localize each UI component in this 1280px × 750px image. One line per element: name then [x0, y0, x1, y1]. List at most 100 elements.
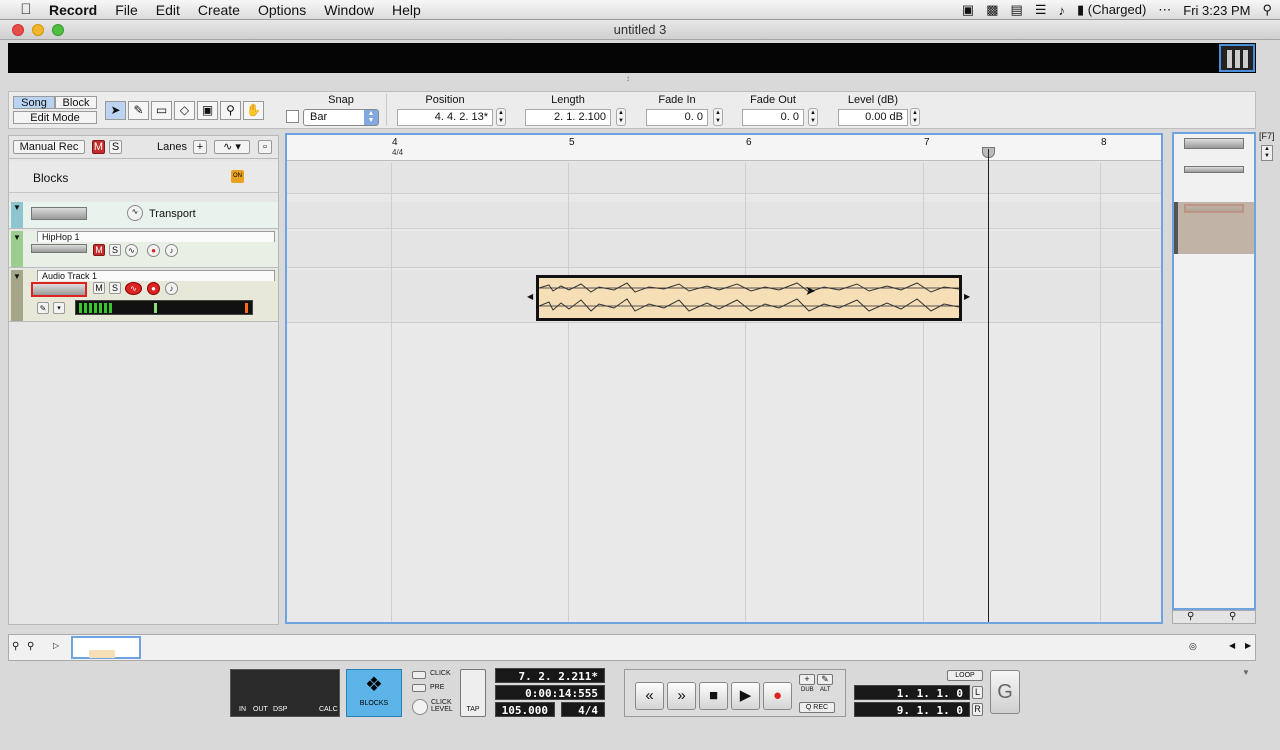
zoom-out-icon[interactable]: ⚲: [1187, 611, 1194, 622]
global-mute-button[interactable]: M: [92, 140, 105, 154]
hand-tool-icon[interactable]: ✋: [243, 101, 264, 120]
collapse-icon[interactable]: ▼: [13, 272, 21, 281]
add-icon[interactable]: +: [799, 674, 815, 685]
track-audio-1[interactable]: Audio Track 1 ▼ M S ∿ ● ♪ ✎ ▾: [9, 270, 278, 322]
blocks-on-button[interactable]: ON: [231, 170, 244, 183]
magnify-tool-icon[interactable]: ⚲: [220, 101, 241, 120]
length-field[interactable]: 2. 1. 2.100: [525, 109, 611, 126]
pencil-tool-icon[interactable]: ✎: [128, 101, 149, 120]
transport-track[interactable]: ▼ ∿ Transport: [9, 202, 278, 229]
nav-zoom-in-icon[interactable]: ⚲: [27, 641, 34, 652]
razor-tool-icon[interactable]: ◇: [174, 101, 195, 120]
length-stepper[interactable]: ▲ ▼: [616, 108, 626, 126]
scroll-right-icon[interactable]: ▶: [1245, 641, 1251, 650]
display-icon[interactable]: ▤: [1011, 2, 1023, 18]
monitor-icon[interactable]: ∿: [125, 244, 138, 257]
rack-overview[interactable]: [1172, 132, 1256, 610]
track-mute-button[interactable]: M: [93, 244, 105, 256]
fade-out-field[interactable]: 0. 0: [742, 109, 804, 126]
battery-status[interactable]: ▮ (Charged): [1077, 2, 1146, 18]
bar-ruler[interactable]: 4 4/4 5 6 7 8: [287, 135, 1161, 161]
click-toggle[interactable]: [412, 671, 426, 679]
hiphop-lane[interactable]: [287, 231, 1161, 268]
global-solo-button[interactable]: S: [109, 140, 122, 154]
snap-select[interactable]: Bar ▲ ▼: [303, 109, 379, 126]
navigator-viewport[interactable]: [71, 636, 141, 659]
select-tool-icon[interactable]: ➤: [105, 101, 126, 120]
menu-create[interactable]: Create: [189, 2, 249, 18]
tempo-display[interactable]: 105.000: [495, 702, 555, 717]
add-lane-icon[interactable]: +: [193, 140, 207, 154]
fade-in-field[interactable]: 0. 0: [646, 109, 708, 126]
volume-icon[interactable]: ♪: [1058, 3, 1065, 18]
song-mode-button[interactable]: Song: [13, 96, 55, 109]
pencil-icon[interactable]: ✎: [817, 674, 833, 685]
zoom-in-icon[interactable]: ⚲: [1229, 611, 1236, 622]
right-locator-display[interactable]: 9. 1. 1. 0: [854, 702, 970, 717]
speaker-icon[interactable]: ♪: [165, 282, 178, 295]
minimize-window-button[interactable]: [32, 24, 44, 36]
menu-app[interactable]: Record: [40, 2, 106, 18]
menu-clock[interactable]: Fri 3:23 PM: [1183, 3, 1250, 18]
transport-lane[interactable]: [287, 202, 1161, 229]
rack-view-icon[interactable]: [1219, 44, 1255, 72]
spotlight-search-icon[interactable]: ⚲: [1262, 2, 1272, 18]
speaker-icon[interactable]: ♪: [165, 244, 178, 257]
song-position-display[interactable]: 7. 2. 2.211*: [495, 668, 605, 683]
click-level-knob[interactable]: [412, 699, 428, 715]
track-name-tab[interactable]: HipHop 1: [37, 231, 275, 242]
right-locator-button[interactable]: R: [972, 703, 983, 716]
track-name-tab[interactable]: Audio Track 1: [37, 270, 275, 281]
clip-left-handle-icon[interactable]: ◀: [527, 292, 533, 301]
blocks-row[interactable]: Blocks ON: [9, 161, 278, 193]
level-stepper[interactable]: ▲ ▼: [910, 108, 920, 126]
manual-rec-button[interactable]: Manual Rec: [13, 140, 85, 154]
arrange-view[interactable]: 4 4/4 5 6 7 8 ◀ ▶ ➤: [285, 133, 1163, 624]
fast-forward-icon[interactable]: »: [667, 682, 696, 710]
left-locator-button[interactable]: L: [972, 686, 983, 699]
resize-grip-icon[interactable]: ↕: [626, 74, 630, 83]
snap-checkbox[interactable]: [286, 110, 299, 123]
level-field[interactable]: 0.00 dB: [838, 109, 908, 126]
fade-out-stepper[interactable]: ▲ ▼: [808, 108, 818, 126]
precount-toggle[interactable]: [412, 684, 426, 692]
record-icon[interactable]: ●: [763, 682, 792, 710]
apple-menu-icon[interactable]: : [12, 1, 40, 18]
mute-tool-icon[interactable]: ▣: [197, 101, 218, 120]
audio-clip[interactable]: [536, 275, 962, 321]
track-mute-button[interactable]: M: [93, 282, 105, 294]
track-solo-button[interactable]: S: [109, 244, 121, 256]
input-dropdown-icon[interactable]: ▾: [53, 302, 65, 314]
camera-icon[interactable]: ▣: [962, 2, 974, 18]
position-field[interactable]: 4. 4. 2. 13*: [397, 109, 493, 126]
menu-edit[interactable]: Edit: [147, 2, 189, 18]
blocks-toggle-button[interactable]: ❖ BLOCKS: [346, 669, 402, 717]
zoom-window-button[interactable]: [52, 24, 64, 36]
edit-mode-button[interactable]: Edit Mode: [13, 111, 97, 124]
overview-drum-icon[interactable]: [1184, 166, 1244, 173]
delete-lane-icon[interactable]: ▫: [258, 140, 272, 154]
loop-button[interactable]: LOOP: [947, 670, 983, 681]
blocks-lane[interactable]: [287, 162, 1161, 194]
left-locator-display[interactable]: 1. 1. 1. 0: [854, 685, 970, 700]
block-mode-button[interactable]: Block: [55, 96, 97, 109]
edit-pencil-icon[interactable]: ✎: [37, 302, 49, 314]
song-time-display[interactable]: 0:00:14:555: [495, 685, 605, 700]
record-arm-icon[interactable]: ●: [147, 282, 160, 295]
position-stepper[interactable]: ▲ ▼: [496, 108, 506, 126]
collapse-icon[interactable]: ▼: [13, 233, 21, 242]
nav-zoom-out-icon[interactable]: ⚲: [12, 641, 19, 652]
stop-icon[interactable]: ■: [699, 682, 728, 710]
song-navigator[interactable]: ⚲ ⚲ ▷ ◎ ◀ ▶: [8, 634, 1256, 661]
rewind-icon[interactable]: «: [635, 682, 664, 710]
overview-transport-icon[interactable]: [1184, 138, 1244, 149]
menu-options[interactable]: Options: [249, 2, 315, 18]
panel-resize-icon[interactable]: ▼: [1242, 668, 1250, 677]
track-hiphop-1[interactable]: HipHop 1 ▼ M S ∿ ● ♪: [9, 231, 278, 268]
scroll-left-icon[interactable]: ◀: [1229, 641, 1235, 650]
monitor-icon[interactable]: ∿: [125, 282, 142, 295]
rack-toggle-icon[interactable]: ▲ ▼: [1261, 145, 1273, 161]
tap-tempo-button[interactable]: TAP: [460, 669, 486, 717]
close-window-button[interactable]: [12, 24, 24, 36]
quantize-rec-button[interactable]: Q REC: [799, 702, 835, 713]
